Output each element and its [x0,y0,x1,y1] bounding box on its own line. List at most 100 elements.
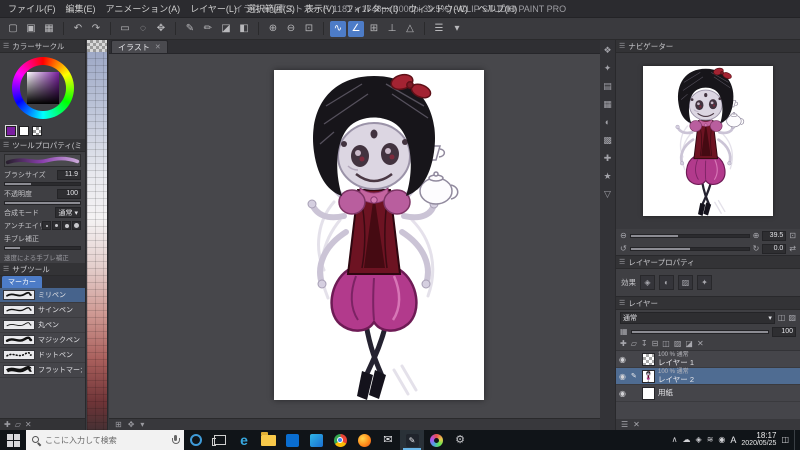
antialias-option-none[interactable] [42,221,51,230]
layer-mask-icon[interactable]: ◫ [778,313,786,322]
taskbar-clock[interactable]: 18:17 2020/05/25 [741,432,776,448]
store-button[interactable] [280,430,304,450]
zoom-out-icon[interactable]: ⊖ [620,231,627,240]
brush-size-slider[interactable] [4,182,81,186]
main-color-swatch[interactable] [5,125,17,137]
edge-button[interactable]: e [232,430,256,450]
eye-icon[interactable]: ◉ [619,372,628,381]
transfer-layer-icon[interactable]: ↧ [641,340,648,348]
snap-ruler-icon[interactable]: ⊥ [384,21,400,37]
tab-close-icon[interactable]: ✕ [155,43,161,51]
subtool-item[interactable]: フラットマーカー [0,363,85,378]
toolbar-more-icon[interactable]: ▾ [449,21,465,37]
layer-panel-tab[interactable]: レイヤー [628,298,658,309]
lasso-select-icon[interactable]: ◌ [135,21,151,37]
show-desktop-button[interactable] [794,430,798,450]
delete-layer-icon[interactable]: ✕ [697,340,704,348]
angle-snap-icon[interactable]: ∠ [348,20,364,37]
eye-icon[interactable]: ◉ [619,389,628,398]
fit-view-icon[interactable]: ⊡ [789,231,796,240]
flip-horizontal-icon[interactable]: ⇄ [789,244,796,253]
panel-menu-icon[interactable]: ☰ [3,42,9,50]
subtool-item[interactable]: ミリペン [0,288,85,303]
dock-tab-icon[interactable]: ✦ [604,64,612,73]
layer-name[interactable]: レイヤー 2 [658,375,694,384]
dock-tab-icon[interactable]: ▩ [603,136,612,145]
antialias-option-strong[interactable] [72,221,81,230]
transparent-color-swatch[interactable] [32,126,42,136]
navigator-thumbnail[interactable] [643,66,773,216]
action-center-icon[interactable]: ◫ [781,436,789,444]
microphone-icon[interactable] [171,434,180,446]
extract-line-effect-icon[interactable]: ✦ [697,275,712,290]
merge-layer-icon[interactable]: ⊟ [652,340,659,348]
subtool-folder-icon[interactable]: ▱ [15,420,21,429]
color-history-strip[interactable] [87,40,108,430]
layer-opacity-value[interactable]: 100 [772,326,796,337]
status-move-icon[interactable]: ✥ [128,420,135,429]
opacity-value[interactable]: 100 [57,188,81,199]
task-view-button[interactable] [208,430,232,450]
opacity-slider[interactable] [4,201,81,205]
rotate-right-icon[interactable]: ↻ [753,244,760,253]
grid-icon[interactable]: ⊞ [366,21,382,37]
menu-window[interactable]: ウィンドウ(W) [408,2,468,15]
panel-menu-icon[interactable]: ☰ [3,141,9,149]
curve-correction-icon[interactable]: ∿ [330,20,346,37]
navigator-rotate-value[interactable]: 0.0 [762,243,787,254]
brush-tool-icon[interactable]: ✏ [200,21,216,37]
undo-icon[interactable]: ↶ [70,21,86,37]
layer-row[interactable]: ◉ 用紙 [616,385,800,402]
layer-blend-mode-dropdown[interactable]: 通常 ▾ [620,311,775,324]
subtool-group-tab-marker[interactable]: マーカー [2,276,42,288]
eraser-tool-icon[interactable]: ◪ [218,21,234,37]
subtool-item[interactable]: 丸ペン [0,318,85,333]
eraser-icon[interactable]: ◪ [685,340,693,348]
navigator-zoom-slider[interactable] [629,233,750,238]
save-icon[interactable]: ▦ [41,21,57,37]
ruler-icon[interactable]: △ [402,21,418,37]
layer-thumbnail[interactable] [642,369,655,383]
status-grid-icon[interactable]: ⊞ [115,420,122,429]
saturation-value-square[interactable] [26,72,59,104]
rotate-left-icon[interactable]: ↺ [620,244,627,253]
panel-menu-icon[interactable]: ☰ [619,299,625,307]
tone-effect-icon[interactable]: ◐ [659,275,674,290]
mail-button[interactable]: ✉ [376,430,400,450]
clip-studio-paint-button[interactable]: ✎ [400,430,424,450]
color-wheel[interactable] [11,57,74,119]
photos-button[interactable] [304,430,328,450]
menu-view[interactable]: 表示(V) [305,2,335,15]
settings-button[interactable]: ⚙ [448,430,472,450]
layer-thumbnail[interactable] [642,352,655,366]
firefox-button[interactable] [352,430,376,450]
menu-edit[interactable]: 編集(E) [66,2,96,15]
chrome-button[interactable] [328,430,352,450]
new-folder-icon[interactable]: ▱ [631,340,637,348]
volume-icon[interactable]: ◉ [718,436,725,444]
dock-tab-icon[interactable]: ★ [603,172,611,181]
menu-selection[interactable]: 選択範囲(S) [247,2,295,15]
paint-button[interactable] [424,430,448,450]
menu-help[interactable]: ヘルプ(H) [478,2,518,15]
zoom-out-icon[interactable]: ⊖ [283,21,299,37]
taskbar-search[interactable] [26,430,184,450]
menu-filter[interactable]: フィルター(I) [345,2,398,15]
new-layer-icon[interactable]: ✚ [620,340,627,348]
layer-name[interactable]: 用紙 [658,389,673,397]
navigator-rotate-slider[interactable] [629,246,750,251]
new-file-icon[interactable]: ▢ [5,21,21,37]
sub-color-swatch[interactable] [19,126,29,136]
move-tool-icon[interactable]: ✥ [153,21,169,37]
fill-tool-icon[interactable]: ◧ [236,21,252,37]
layer-mask-icon[interactable]: ◫ [662,340,670,348]
layer-name[interactable]: レイヤー 1 [658,358,694,367]
network-icon[interactable]: ≋ [707,436,714,444]
paper-layer-thumbnail[interactable] [642,386,655,400]
open-file-icon[interactable]: ▣ [23,21,39,37]
subtool-item[interactable]: マジックペン [0,333,85,348]
navigator-zoom-value[interactable]: 39.5 [762,230,787,241]
layer-settings-icon[interactable]: ☰ [621,420,628,429]
clip-layer-icon[interactable]: ▨ [674,340,682,348]
antialias-option-mid[interactable] [62,221,71,230]
